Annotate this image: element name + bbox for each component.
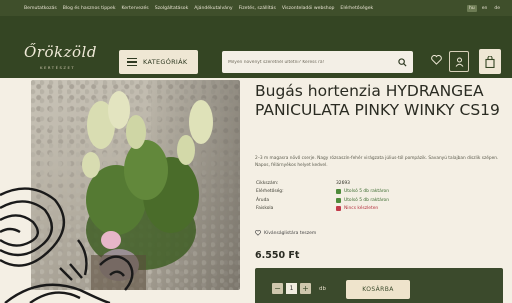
quantity-stepper: − 1 +: [272, 283, 311, 294]
add-to-cart-button[interactable]: KOSÁRBA: [346, 280, 410, 299]
categories-button[interactable]: KATEGÓRIÁK: [119, 50, 198, 74]
spec-value: Utolsó 5 db raktáron: [336, 197, 389, 203]
wishlist-heart-icon[interactable]: [431, 55, 442, 65]
decrease-quantity-button[interactable]: −: [272, 283, 283, 294]
language-option-hu[interactable]: hu: [467, 4, 477, 12]
spec-value-text: Utolsó 5 db raktáron: [344, 189, 389, 195]
top-nav-link[interactable]: Elérhetőségek: [340, 6, 373, 11]
shopping-bag-icon: [485, 55, 495, 68]
product-description: 2–3 m magasra növő cserje. Nagy rózsaszí…: [255, 156, 499, 168]
heart-icon: [255, 230, 261, 236]
in-stock-icon: [336, 197, 341, 203]
spec-label: Elérhetőség:: [256, 189, 284, 195]
spec-row: Elérhetőség: Utolsó 5 db raktáron: [256, 188, 416, 197]
top-nav-link[interactable]: Ajándékutalvány: [194, 6, 232, 11]
top-nav: Bemutatkozás Blog és hasznos tippek Kerter…: [24, 6, 467, 11]
menu-icon: [127, 58, 137, 66]
product-price: 6.550 Ft: [255, 250, 300, 261]
out-of-stock-icon: [336, 206, 341, 212]
language-option-de[interactable]: de: [492, 5, 502, 12]
search-input[interactable]: [228, 59, 398, 65]
spec-value-text: 32693: [336, 180, 350, 186]
categories-label: KATEGÓRIÁK: [143, 58, 188, 66]
quantity-value[interactable]: 1: [286, 283, 297, 294]
user-icon: [455, 57, 463, 67]
top-nav-link[interactable]: Kertervezés: [122, 6, 149, 11]
spec-label: Cikkszám:: [256, 180, 279, 186]
top-nav-link[interactable]: Bemutatkozás: [24, 6, 57, 11]
top-nav-link[interactable]: Szolgáltatások: [155, 6, 189, 11]
quantity-unit: db: [319, 286, 326, 292]
product-specs: Cikkszám: 32693 Elérhetőség: Utolsó 5 db ra…: [256, 179, 416, 213]
logo[interactable]: Őrökzöld: [24, 43, 97, 61]
product-title: Bugás hortenzia HYDRANGEA PANICULATA PIN…: [255, 82, 500, 119]
header: Őrökzöld KERTÉSZET KATEGÓRIÁK: [0, 16, 512, 78]
spec-label: Áruda: [256, 197, 270, 203]
wishlist-label: Kívánságlistára teszem: [264, 230, 317, 236]
search-icon[interactable]: [398, 57, 407, 67]
wishlist-link[interactable]: Kívánságlistára teszem: [255, 230, 316, 236]
spec-label: Faiskola: [256, 206, 274, 212]
top-nav-link[interactable]: Viszonteladói webshop: [282, 6, 335, 11]
search-box: [222, 51, 413, 73]
spec-row: Cikkszám: 32693: [256, 179, 416, 188]
top-nav-link[interactable]: Blog és hasznos tippek: [63, 6, 116, 11]
spec-value-text: Nincs készleten: [344, 206, 379, 212]
language-option-en[interactable]: en: [480, 5, 490, 12]
in-stock-icon: [336, 189, 341, 195]
spec-value-text: Utolsó 5 db raktáron: [344, 197, 389, 203]
buy-bar: − 1 + db KOSÁRBA: [255, 268, 503, 303]
decorative-doodle: [0, 187, 134, 303]
spec-value: Nincs készleten: [336, 206, 379, 212]
account-button[interactable]: [449, 51, 469, 72]
top-nav-link[interactable]: Fizetés, szállítás: [239, 6, 276, 11]
increase-quantity-button[interactable]: +: [300, 283, 311, 294]
spec-value: 32693: [336, 181, 350, 186]
spec-row: Faiskola Nincs készleten: [256, 205, 416, 214]
top-bar: Bemutatkozás Blog és hasznos tippek Kerter…: [0, 0, 512, 16]
spec-row: Áruda Utolsó 5 db raktáron: [256, 196, 416, 205]
logo-subtitle: KERTÉSZET: [40, 65, 76, 70]
spec-value: Utolsó 5 db raktáron: [336, 189, 389, 195]
cart-button[interactable]: [479, 49, 501, 74]
language-switcher: hu en de: [467, 4, 502, 12]
